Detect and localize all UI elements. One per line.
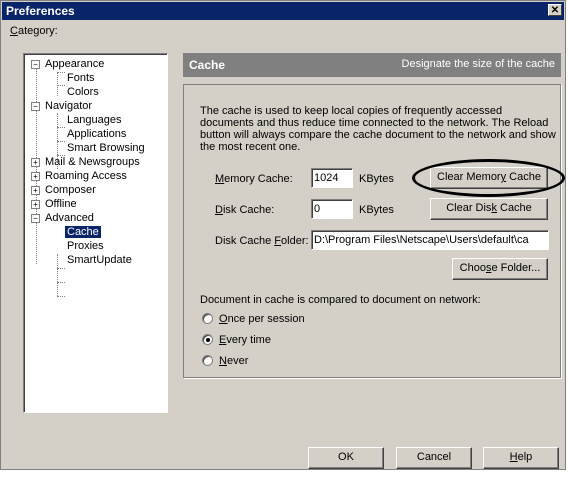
tree-connector bbox=[57, 127, 65, 128]
memory-cache-input[interactable]: 1024 bbox=[311, 168, 353, 188]
clear-disk-cache-button[interactable]: Clear Disk Cache bbox=[430, 198, 548, 220]
tree-connector bbox=[57, 254, 58, 296]
highlight-ellipse bbox=[412, 159, 565, 197]
cancel-button[interactable]: Cancel bbox=[396, 447, 472, 469]
category-label: Category: bbox=[10, 25, 58, 37]
tree-item-offline[interactable]: + Offline bbox=[31, 197, 77, 211]
cache-intro-text: The cache is used to keep local copies o… bbox=[200, 105, 556, 153]
tree-connector bbox=[57, 72, 58, 96]
preferences-dialog: Preferences ✕ Category: − Appearance Font… bbox=[0, 0, 566, 470]
ok-button[interactable]: OK bbox=[308, 447, 384, 469]
disk-cache-folder-label: Disk Cache Folder: bbox=[215, 235, 309, 247]
tree-item-mail-newsgroups[interactable]: + Mail & Newsgroups bbox=[31, 155, 140, 169]
collapse-icon[interactable]: − bbox=[31, 59, 40, 69]
tree-item-languages[interactable]: Languages bbox=[67, 113, 121, 127]
memory-cache-label: Memory Cache: bbox=[215, 173, 293, 185]
radio-button[interactable] bbox=[202, 334, 213, 345]
window-title: Preferences bbox=[6, 4, 75, 18]
close-button[interactable]: ✕ bbox=[548, 4, 562, 16]
radio-selected-dot bbox=[206, 338, 210, 342]
panel-title: Cache bbox=[189, 58, 226, 72]
expand-icon[interactable]: + bbox=[31, 199, 40, 209]
expand-icon[interactable]: + bbox=[31, 171, 40, 181]
tree-item-navigator[interactable]: − Navigator bbox=[31, 99, 92, 113]
radio-button[interactable] bbox=[202, 355, 213, 366]
category-tree[interactable]: − Appearance Fonts Colors − Navigator Lang… bbox=[23, 53, 168, 413]
tree-item-roaming-access[interactable]: + Roaming Access bbox=[31, 169, 127, 183]
tree-connector bbox=[57, 85, 65, 86]
tree-item-smartupdate[interactable]: SmartUpdate bbox=[67, 253, 132, 267]
expand-icon[interactable]: + bbox=[31, 157, 40, 167]
panel-header: Cache Designate the size of the cache bbox=[183, 53, 561, 77]
choose-folder-button[interactable]: Choose Folder... bbox=[452, 258, 548, 280]
tree-item-fonts[interactable]: Fonts bbox=[67, 71, 95, 85]
help-button[interactable]: Help bbox=[483, 447, 559, 469]
panel-description: Designate the size of the cache bbox=[401, 58, 555, 70]
title-bar[interactable]: Preferences ✕ bbox=[2, 2, 564, 20]
tree-connector bbox=[57, 268, 65, 269]
tree-item-colors[interactable]: Colors bbox=[67, 85, 99, 99]
disk-cache-folder-input[interactable]: D:\Program Files\Netscape\Users\default\… bbox=[311, 230, 549, 250]
disk-cache-label: Disk Cache: bbox=[215, 204, 275, 216]
tree-connector bbox=[57, 72, 65, 73]
tree-item-proxies[interactable]: Proxies bbox=[67, 239, 104, 253]
memory-cache-unit: KBytes bbox=[359, 173, 394, 185]
disk-cache-unit: KBytes bbox=[359, 204, 394, 216]
tree-item-composer[interactable]: + Composer bbox=[31, 183, 96, 197]
collapse-icon[interactable]: − bbox=[31, 101, 40, 111]
tree-item-smart-browsing[interactable]: Smart Browsing bbox=[67, 141, 145, 155]
tree-connector bbox=[57, 282, 65, 283]
tree-item-cache[interactable]: Cache bbox=[65, 225, 101, 239]
tree-item-appearance[interactable]: − Appearance bbox=[31, 57, 104, 71]
tree-connector bbox=[57, 141, 65, 142]
disk-cache-input[interactable]: 0 bbox=[311, 199, 353, 219]
tree-connector bbox=[57, 296, 65, 297]
compare-label: Document in cache is compared to documen… bbox=[200, 294, 481, 306]
close-icon: ✕ bbox=[550, 5, 560, 16]
collapse-icon[interactable]: − bbox=[31, 213, 40, 223]
tree-item-advanced[interactable]: − Advanced bbox=[31, 211, 94, 225]
radio-button[interactable] bbox=[202, 313, 213, 324]
tree-item-applications[interactable]: Applications bbox=[67, 127, 126, 141]
expand-icon[interactable]: + bbox=[31, 185, 40, 195]
